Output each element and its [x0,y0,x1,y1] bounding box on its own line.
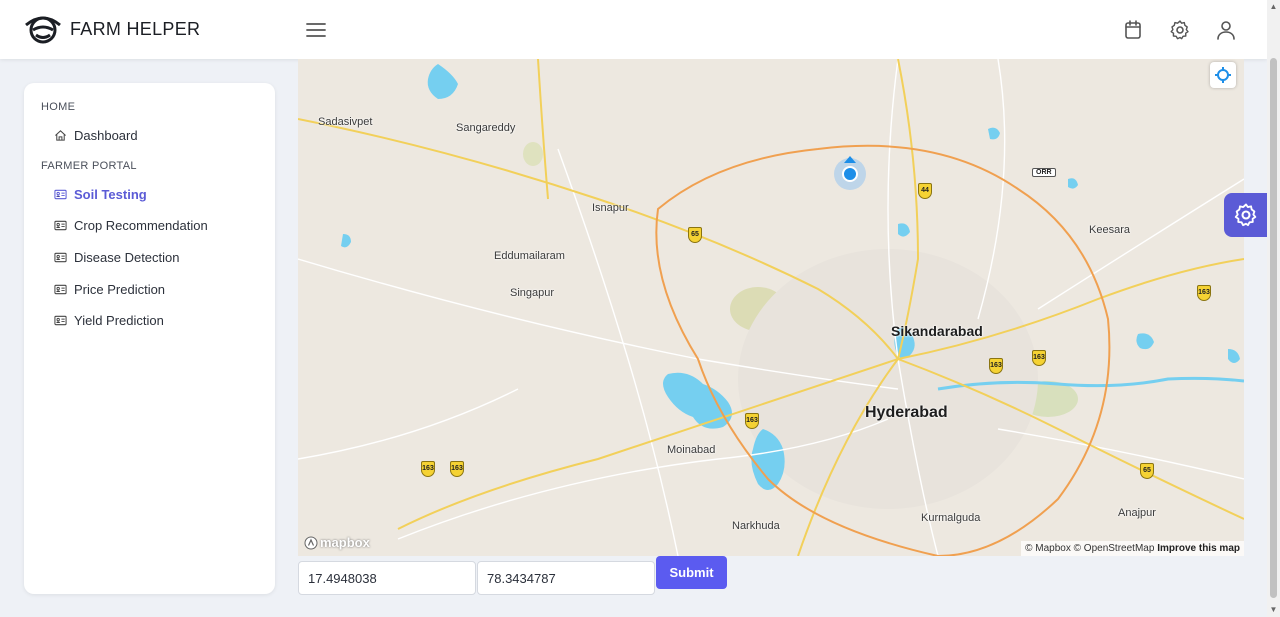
map-label-keesara: Keesara [1089,224,1130,236]
submit-button[interactable]: Submit [656,556,727,589]
crosshair-icon [1215,67,1231,83]
section-title-farmer-portal: FARMER PORTAL [41,160,137,172]
highway-shield: 163 [450,461,464,477]
sidebar-item-crop-recommendation[interactable]: Crop Recommendation [54,215,208,235]
menu-button[interactable] [304,18,328,42]
map-label-moinabad: Moinabad [667,444,716,456]
logo-icon [25,16,61,44]
highway-shield: 65 [688,227,702,243]
highway-shield: 163 [1032,350,1046,366]
scroll-up-icon[interactable]: ▲ [1269,2,1278,11]
sidebar-item-label: Crop Recommendation [74,217,208,233]
map-label-isnapur: Isnapur [592,202,629,214]
map-view[interactable]: Sadasivpet Sangareddy Isnapur Eddumailar… [298,59,1244,556]
attribution-osm-link[interactable]: © OpenStreetMap [1074,543,1155,554]
map-label-kurmalguda: Kurmalguda [921,512,981,524]
map-label-singapur: Singapur [510,287,555,299]
map-label-sangareddy: Sangareddy [456,122,516,134]
logo[interactable]: FARM HELPER [24,13,200,45]
sidebar-item-label: Soil Testing [74,186,147,202]
scroll-down-icon[interactable]: ▼ [1269,605,1278,614]
sidebar-item-yield-prediction[interactable]: Yield Prediction [54,310,164,330]
id-card-icon [54,189,67,199]
user-button[interactable] [1214,18,1238,42]
highway-shield: 44 [918,183,932,199]
id-card-icon [54,284,67,294]
sidebar-item-label: Disease Detection [74,249,180,265]
improve-map-link[interactable]: Improve this map [1157,543,1240,554]
map-label-sikandarabad: Sikandarabad [891,323,983,339]
map-attribution: © Mapbox © OpenStreetMap Improve this ma… [1021,541,1244,556]
mapbox-icon [304,536,318,549]
theme-settings-button[interactable] [1224,193,1267,237]
section-title-home: HOME [41,101,76,113]
attribution-mapbox-link[interactable]: © Mapbox [1025,543,1071,554]
sidebar-item-soil-testing[interactable]: Soil Testing [54,184,147,204]
map-base-layer [298,59,1244,556]
highway-shield: 65 [1140,463,1154,479]
sidebar-item-price-prediction[interactable]: Price Prediction [54,279,165,299]
orr-shield: ORR [1032,168,1056,177]
sidebar-item-disease-detection[interactable]: Disease Detection [54,247,180,267]
menu-icon [306,23,326,37]
map-label-eddumailaram: Eddumailaram [494,250,565,262]
geolocate-button[interactable] [1210,62,1236,88]
highway-shield: 163 [989,358,1003,374]
latitude-input[interactable] [298,561,476,595]
sidebar-item-dashboard[interactable]: Dashboard [54,125,138,145]
calendar-button[interactable] [1121,18,1145,42]
gear-icon [1170,20,1189,40]
app-title: FARM HELPER [70,18,201,39]
sidebar-item-label: Dashboard [74,127,138,143]
mapbox-logo-text: mapbox [320,535,370,550]
sidebar: HOME Dashboard FARMER PORTAL Soil Testin… [24,83,275,594]
user-icon [1217,21,1235,40]
id-card-icon [54,252,67,262]
home-icon [55,129,66,141]
id-card-icon [54,315,67,325]
sidebar-item-label: Yield Prediction [74,312,164,328]
scroll-thumb[interactable] [1270,58,1277,598]
map-label-sadasivpet: Sadasivpet [318,116,373,128]
top-bar: FARM HELPER [0,0,1267,59]
sidebar-item-label: Price Prediction [74,281,166,297]
gear-icon [1234,203,1256,227]
page-scrollbar[interactable]: ▲ ▼ [1267,0,1280,617]
longitude-input[interactable] [477,561,655,595]
settings-button[interactable] [1168,18,1192,42]
calendar-icon [1125,20,1141,39]
mapbox-logo[interactable]: mapbox [304,535,370,550]
id-card-icon [54,220,67,230]
map-label-anajpur: Anajpur [1118,507,1156,519]
highway-shield: 163 [1197,285,1211,301]
highway-shield: 163 [421,461,435,477]
map-label-narkhuda: Narkhuda [732,520,780,532]
highway-shield: 163 [745,413,759,429]
map-label-hyderabad: Hyderabad [865,404,948,421]
